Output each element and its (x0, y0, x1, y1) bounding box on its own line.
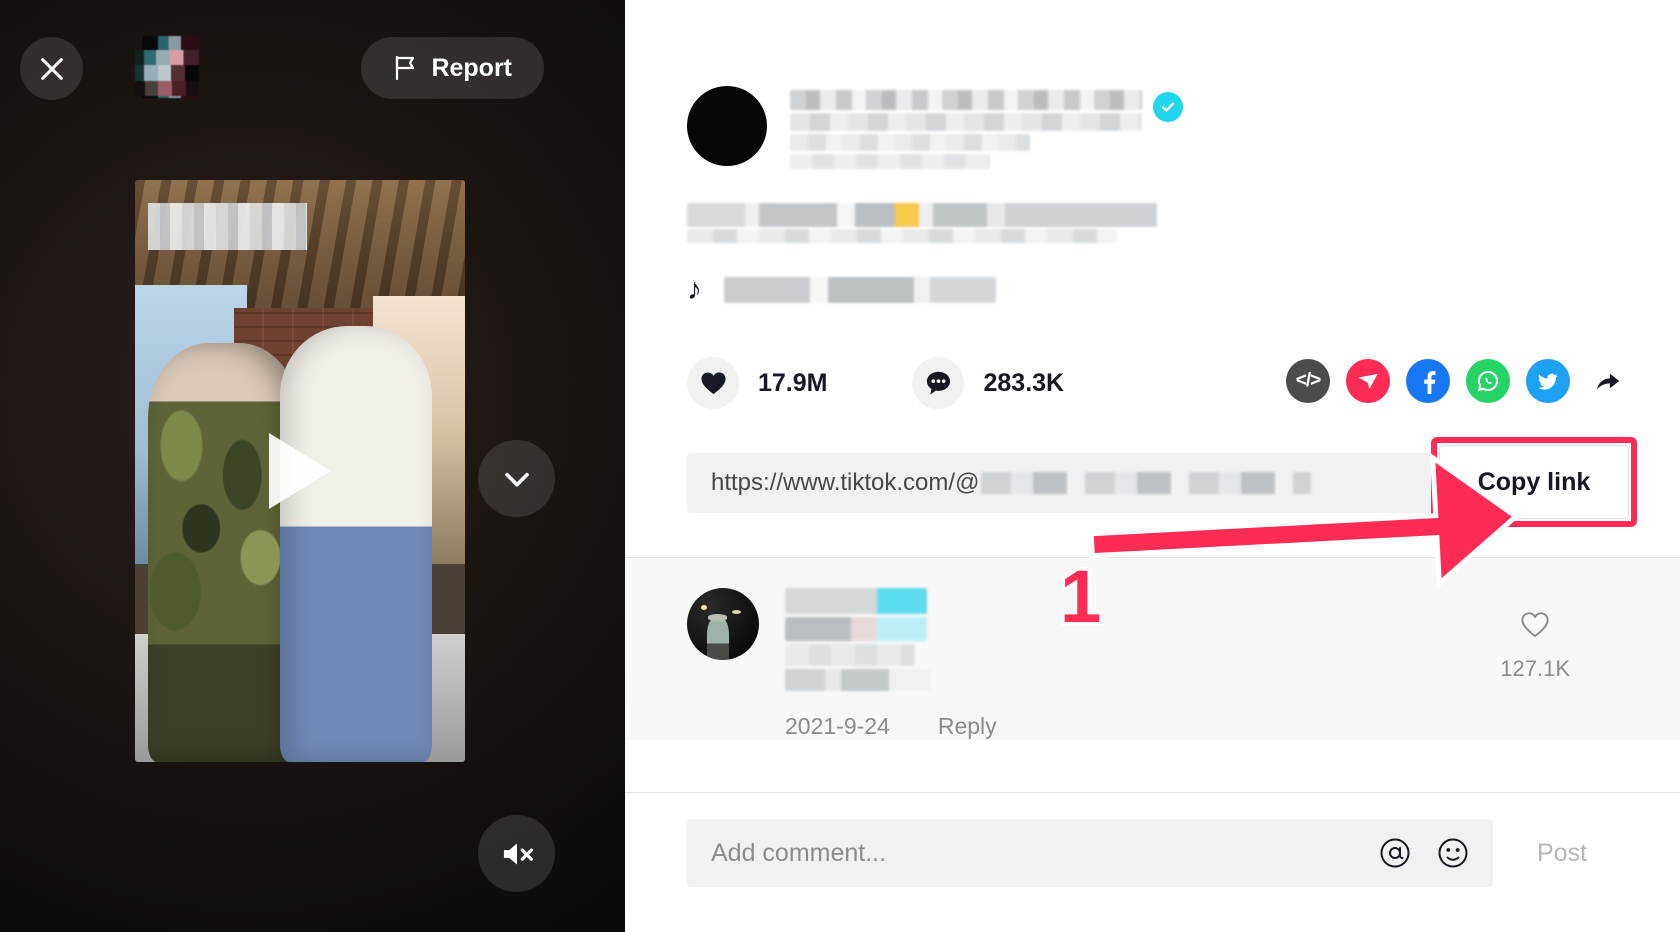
twitter-bird-glyph (1538, 373, 1558, 390)
engagement-row: 17.9M 283.3K </> (687, 357, 1680, 409)
video-overlay-caption (148, 203, 307, 250)
comment-like-button[interactable]: 127.1K (1500, 610, 1570, 682)
copy-link-label: Copy link (1477, 467, 1591, 496)
comment-input-bar: Add comment... Post (625, 792, 1680, 932)
share-link-row: https://www.tiktok.com/@ Copy link (687, 437, 1680, 527)
comment-button[interactable] (912, 357, 965, 409)
comment-text-redacted-1 (785, 617, 927, 641)
flag-icon (396, 55, 415, 81)
mute-button[interactable] (478, 815, 555, 892)
comment-author-redacted (785, 588, 927, 614)
send-to-friends-icon[interactable] (1346, 359, 1390, 403)
heart-icon (700, 372, 726, 394)
comment-input-placeholder: Add comment... (711, 838, 887, 867)
comment-date: 2021-9-24 (785, 713, 890, 739)
verified-badge (1153, 92, 1183, 122)
like-stat[interactable]: 17.9M (687, 357, 827, 409)
verified-check-icon (1161, 102, 1175, 112)
comment-stat[interactable]: 283.3K (912, 357, 1064, 409)
share-arrow-glyph (1596, 373, 1620, 390)
share-url-redacted (981, 472, 1312, 494)
play-icon[interactable] (269, 433, 331, 509)
share-url-text: https://www.tiktok.com/@ (711, 469, 980, 496)
chevron-down-icon (504, 472, 529, 487)
video-player[interactable] (135, 180, 465, 762)
author-subtext2-redacted (790, 154, 990, 169)
video-pane: Report (0, 0, 625, 932)
embed-code-glyph: </> (1295, 370, 1322, 391)
comment-input-wrapper[interactable]: Add comment... (687, 819, 1493, 887)
comment-like-count: 127.1K (1500, 656, 1570, 681)
volume-mute-icon (503, 843, 533, 864)
post-comment-button[interactable]: Post (1537, 839, 1587, 868)
author-subtext-redacted (790, 134, 1030, 151)
author-name-block[interactable] (790, 90, 1183, 169)
whatsapp-glyph (1477, 370, 1499, 392)
author-row (625, 0, 1680, 169)
embed-code-icon[interactable]: </> (1286, 359, 1330, 403)
avatar[interactable] (687, 86, 767, 166)
next-video-button[interactable] (478, 440, 555, 517)
share-url-field[interactable]: https://www.tiktok.com/@ (687, 453, 1447, 513)
whatsapp-icon[interactable] (1466, 359, 1510, 403)
step-number-badge: 1 (1056, 555, 1104, 638)
facebook-f-glyph (1424, 371, 1436, 394)
facebook-icon[interactable] (1406, 359, 1450, 403)
comment-bubble-icon (926, 371, 951, 394)
like-count: 17.9M (758, 368, 828, 397)
send-paperplane-icon (1358, 374, 1378, 389)
twitter-icon[interactable] (1526, 359, 1570, 403)
report-label: Report (431, 53, 512, 82)
info-scroll-area: ♪ 17.9M 283.3K </> https://www.tiktok.co… (625, 0, 1680, 792)
comment-meta: 2021-9-24 Reply (785, 713, 997, 740)
comment-list: 2021-9-24 Reply 127.1K (625, 558, 1680, 740)
emoji-smiley-icon[interactable] (1437, 837, 1469, 869)
tiktok-video-modal: Report ♪ 17.9M 283.3K </> https://www.ti… (0, 0, 1680, 932)
comment-text-redacted-2 (785, 644, 915, 666)
heart-outline-icon (1521, 612, 1549, 638)
at-mention-icon[interactable] (1379, 837, 1411, 869)
share-arrow-icon[interactable] (1586, 359, 1630, 403)
comment-avatar[interactable] (687, 588, 759, 660)
comment-count: 283.3K (983, 368, 1065, 397)
comment-text-redacted-3 (785, 669, 931, 691)
info-pane: ♪ 17.9M 283.3K </> https://www.tiktok.co… (625, 0, 1680, 932)
share-icons-row: </> (1286, 359, 1630, 403)
close-button[interactable] (20, 37, 83, 100)
report-button[interactable]: Report (361, 37, 544, 99)
copy-link-button[interactable]: Copy link (1439, 445, 1629, 519)
music-row[interactable]: ♪ (687, 275, 1680, 305)
comment-reply-button[interactable]: Reply (938, 713, 997, 740)
list-item: 2021-9-24 Reply 127.1K (625, 558, 1680, 740)
author-nickname-redacted (790, 113, 1142, 131)
music-note-icon: ♪ (687, 273, 702, 306)
close-icon (40, 57, 63, 80)
like-button[interactable] (687, 357, 739, 409)
video-mini-thumbnail (135, 36, 199, 98)
author-username-redacted (790, 90, 1142, 110)
caption-text-redacted-2 (687, 229, 1117, 243)
caption-text-redacted (687, 203, 1157, 227)
comment-body: 2021-9-24 Reply (785, 588, 997, 740)
music-title-redacted (724, 277, 996, 303)
video-caption (687, 203, 1157, 243)
